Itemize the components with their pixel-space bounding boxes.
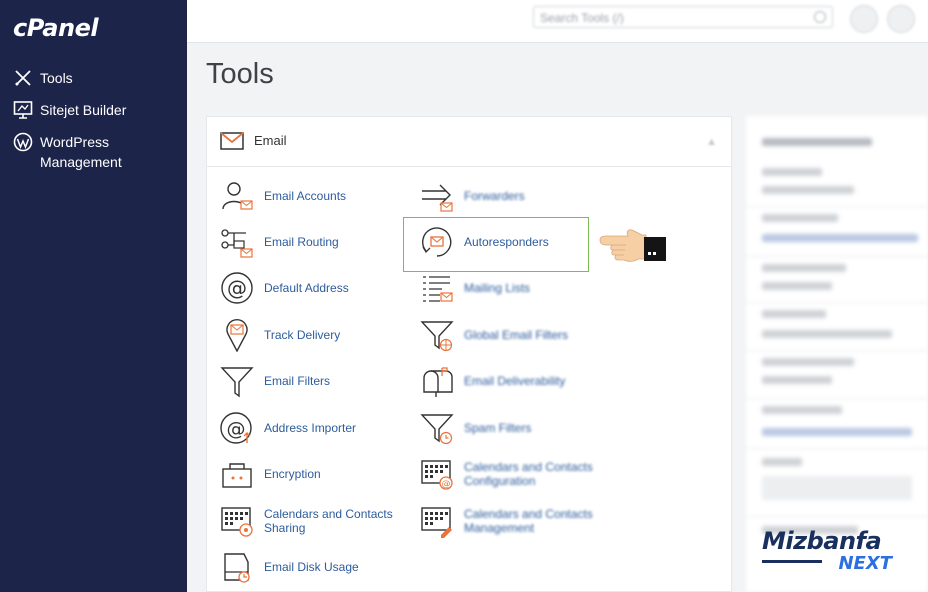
page-title: Tools xyxy=(206,58,274,90)
tool-calendars-contacts-configuration[interactable]: @ Calendars and Contacts Configuration xyxy=(419,456,594,492)
sidebar-item-label: WordPress Management xyxy=(40,134,122,170)
tool-label: Calendars and Contacts Management xyxy=(464,507,593,535)
tool-email-accounts[interactable]: Email Accounts xyxy=(219,178,346,214)
general-information-panel xyxy=(746,116,928,592)
user-button[interactable] xyxy=(850,5,878,33)
disk-usage-icon xyxy=(219,549,255,585)
chevron-up-icon[interactable]: ▲ xyxy=(706,136,717,148)
email-panel-header[interactable]: Email ▲ xyxy=(207,117,731,167)
cpanel-logo[interactable]: cPanel xyxy=(13,14,99,42)
top-bar: Search Tools (/) xyxy=(187,0,928,43)
tools-icon xyxy=(13,68,33,88)
sidebar-item-label: Sitejet Builder xyxy=(40,102,127,118)
at-sign-icon: @ xyxy=(219,270,255,306)
pointing-hand-icon xyxy=(598,226,670,266)
funnel-icon xyxy=(219,363,255,399)
address-importer-icon: @ xyxy=(219,410,255,446)
tool-label: Forwarders xyxy=(464,189,525,203)
search-input[interactable]: Search Tools (/) xyxy=(533,6,833,28)
tool-calendars-contacts-sharing[interactable]: Calendars and Contacts Sharing xyxy=(219,503,394,539)
tool-track-delivery[interactable]: Track Delivery xyxy=(219,317,340,353)
tool-label: Email Routing xyxy=(264,235,339,249)
calendar-management-icon xyxy=(419,503,455,539)
tool-email-filters[interactable]: Email Filters xyxy=(219,363,330,399)
svg-text:@: @ xyxy=(227,276,247,300)
tool-label: Calendars and Contacts Configuration xyxy=(464,460,593,488)
tool-label: Email Accounts xyxy=(264,189,347,203)
tool-label: Address Importer xyxy=(264,421,357,435)
tool-address-importer[interactable]: @ Address Importer xyxy=(219,410,356,446)
tool-email-routing[interactable]: Email Routing xyxy=(219,224,339,260)
tool-email-deliverability[interactable]: Email Deliverability xyxy=(419,363,565,399)
tool-email-disk-usage[interactable]: Email Disk Usage xyxy=(219,549,359,585)
tool-label: Calendars and Contacts Sharing xyxy=(264,507,393,535)
watermark-underline xyxy=(762,560,822,563)
tool-label: Mailing Lists xyxy=(464,281,531,295)
forwarders-icon xyxy=(419,178,455,214)
tool-label: Default Address xyxy=(264,281,349,295)
watermark-brand: Mizbanfa xyxy=(762,527,882,555)
tool-label: Autoresponders xyxy=(464,235,549,249)
location-pin-icon xyxy=(219,317,255,353)
search-icon xyxy=(814,11,826,23)
tool-label: Email Filters xyxy=(264,374,331,388)
tool-label: Encryption xyxy=(264,467,321,481)
tool-global-email-filters[interactable]: Global Email Filters xyxy=(419,317,568,353)
logout-button[interactable] xyxy=(887,5,915,33)
tool-label: Global Email Filters xyxy=(464,328,569,342)
tool-label: Track Delivery xyxy=(264,328,341,342)
svg-text:@: @ xyxy=(442,480,451,490)
lock-icon xyxy=(219,456,255,492)
tool-label: Email Disk Usage xyxy=(264,560,359,574)
global-filter-icon xyxy=(419,317,455,353)
calendar-sharing-icon xyxy=(219,503,255,539)
tool-calendars-contacts-management[interactable]: Calendars and Contacts Management xyxy=(419,503,594,539)
watermark-next: NEXT xyxy=(838,553,892,574)
svg-text:@: @ xyxy=(227,418,246,440)
tool-forwarders[interactable]: Forwarders xyxy=(419,178,525,214)
mizbanfa-watermark-logo: Mizbanfa NEXT xyxy=(762,528,912,576)
sidebar-item-sitejet[interactable]: Sitejet Builder xyxy=(13,100,160,120)
calendar-config-icon: @ xyxy=(419,456,455,492)
autoresponders-icon xyxy=(419,224,455,260)
section-title: Email xyxy=(254,133,287,148)
mailing-lists-icon xyxy=(419,270,455,306)
spam-filter-icon xyxy=(419,410,455,446)
sidebar-item-label: Tools xyxy=(40,70,73,86)
search-placeholder: Search Tools (/) xyxy=(540,11,624,25)
mailbox-icon xyxy=(419,363,455,399)
sidebar-item-wordpress[interactable]: WordPress Management xyxy=(13,132,160,172)
envelope-icon xyxy=(220,132,244,155)
tool-encryption[interactable]: Encryption xyxy=(219,456,321,492)
tool-spam-filters[interactable]: Spam Filters xyxy=(419,410,531,446)
sidebar-item-tools[interactable]: Tools xyxy=(13,68,160,88)
tool-label: Email Deliverability xyxy=(464,374,566,388)
sidebar: cPanel Tools Sitejet Builder WordPress M… xyxy=(0,0,187,592)
tool-label: Spam Filters xyxy=(464,421,532,435)
tool-mailing-lists[interactable]: Mailing Lists xyxy=(419,270,530,306)
tool-autoresponders[interactable]: Autoresponders xyxy=(419,224,549,260)
tool-default-address[interactable]: @ Default Address xyxy=(219,270,349,306)
email-routing-icon xyxy=(219,224,255,260)
monitor-icon xyxy=(13,100,33,120)
wordpress-icon xyxy=(13,132,33,152)
email-accounts-icon xyxy=(219,178,255,214)
